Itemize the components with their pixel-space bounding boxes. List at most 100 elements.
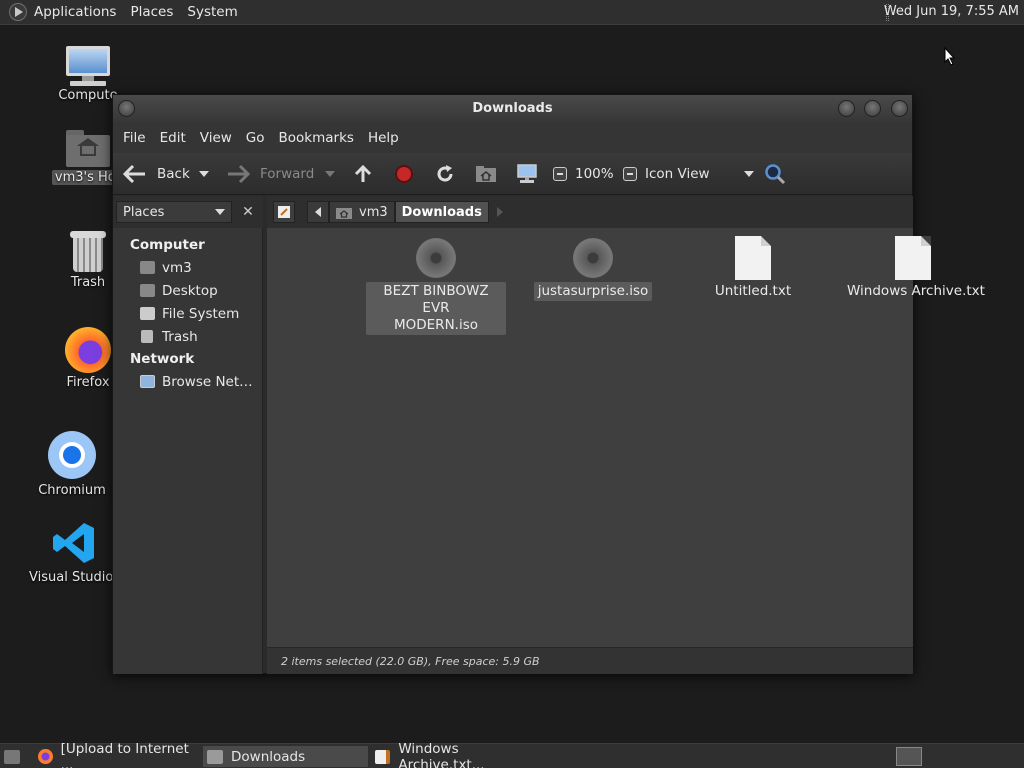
menubar: File Edit View Go Bookmarks Help: [113, 123, 912, 153]
applications-menu[interactable]: Applications: [27, 4, 123, 20]
sidebar-item-browse-network[interactable]: Browse Net…: [113, 370, 262, 393]
pencil-icon: [278, 206, 290, 218]
firefox-icon: [65, 327, 111, 373]
sidebar-item-file-system[interactable]: File System: [113, 302, 262, 325]
maximize-button[interactable]: [864, 100, 881, 117]
sidebar-item-label: vm3: [162, 259, 192, 276]
back-button[interactable]: Back: [123, 153, 190, 195]
menu-bookmarks[interactable]: Bookmarks: [272, 130, 361, 146]
minimize-button[interactable]: [838, 100, 855, 117]
search-icon: [765, 164, 786, 185]
zoom-in-icon[interactable]: [622, 167, 637, 181]
workspace-switcher[interactable]: [896, 747, 922, 766]
file-item[interactable]: Untitled.txt: [683, 228, 823, 301]
task-label: [Upload to Internet ...: [60, 740, 189, 768]
file-view[interactable]: BEZT BINBOWZ EVR MODERN.iso justasurprise…: [267, 228, 985, 647]
desktop-icon-label: Trash: [70, 275, 106, 290]
reload-icon: [437, 165, 453, 182]
file-item[interactable]: BEZT BINBOWZ EVR MODERN.iso: [366, 228, 506, 335]
back-arrow-icon: [123, 164, 145, 184]
top-panel: Applications Places System Wed Jun 19, 7…: [0, 0, 1024, 25]
computer-button[interactable]: [516, 153, 538, 195]
sidebar-item-trash[interactable]: Trash: [113, 325, 262, 348]
sidebar-item-desktop[interactable]: Desktop: [113, 279, 262, 302]
chevron-down-icon: [215, 209, 225, 215]
view-mode-value: Icon View: [645, 166, 710, 182]
show-desktop-button[interactable]: [0, 746, 28, 767]
breadcrumb-scroll-left[interactable]: [307, 201, 329, 223]
folder-icon: [207, 749, 223, 764]
places-selector-value: Places: [123, 204, 165, 220]
reload-button[interactable]: [435, 153, 455, 195]
file-name: Windows Archive.txt: [847, 283, 985, 299]
file-name: BEZT BINBOWZ EVR MODERN.iso: [366, 282, 506, 335]
places-selector[interactable]: Places: [116, 201, 232, 223]
desktop-icon-vscode[interactable]: Visual Studio Co: [29, 520, 135, 585]
breadcrumb-scroll-right[interactable]: [488, 201, 511, 223]
menu-go[interactable]: Go: [239, 130, 272, 146]
task-windows-archive[interactable]: Windows Archive.txt...: [371, 741, 541, 768]
menu-view[interactable]: View: [193, 130, 239, 146]
vscode-icon: [51, 520, 97, 566]
window-titlebar[interactable]: Downloads: [113, 95, 912, 123]
breadcrumb-downloads[interactable]: Downloads: [394, 201, 489, 223]
breadcrumb-label: vm3: [359, 204, 388, 220]
forward-history-dropdown[interactable]: [325, 153, 335, 195]
trash-icon: [141, 330, 153, 343]
file-item[interactable]: Windows Archive.txt: [843, 228, 985, 301]
menu-file[interactable]: File: [116, 130, 153, 146]
desktop-folder-icon: [140, 284, 155, 297]
clock[interactable]: Wed Jun 19, 7:55 AM: [884, 4, 1019, 19]
up-button[interactable]: [353, 153, 373, 195]
back-label: Back: [157, 166, 190, 182]
sidebar-item-label: File System: [162, 305, 240, 322]
disc-image-icon: [416, 238, 456, 278]
mouse-cursor-icon: [944, 47, 956, 66]
stop-button[interactable]: [395, 153, 413, 195]
applications-logo-icon[interactable]: [9, 3, 27, 21]
desktop-icon-chromium[interactable]: Chromium: [27, 431, 117, 498]
close-button[interactable]: [891, 100, 908, 117]
close-sidebar-button[interactable]: ✕: [238, 202, 258, 222]
desktop-icon-label: Compute: [58, 88, 118, 103]
window-menu-button[interactable]: [118, 100, 135, 117]
system-menu[interactable]: System: [180, 4, 244, 20]
trash-icon: [70, 231, 106, 273]
zoom-level: 100%: [575, 166, 614, 182]
menu-help[interactable]: Help: [361, 130, 406, 146]
sidebar-heading-computer: Computer: [130, 237, 205, 253]
bottom-panel: [Upload to Internet ... Downloads Window…: [0, 741, 1024, 768]
task-downloads[interactable]: Downloads: [203, 746, 368, 767]
desktop-icon-label: Firefox: [66, 375, 110, 390]
window-title: Downloads: [472, 101, 553, 116]
home-folder-icon: [66, 130, 110, 168]
search-button[interactable]: [764, 153, 786, 195]
places-menu[interactable]: Places: [123, 4, 180, 20]
toolbar: Back Forward 100% Icon View: [113, 153, 912, 195]
breadcrumb-vm3[interactable]: vm3: [329, 201, 395, 223]
file-name-line: BEZT BINBOWZ EVR: [383, 283, 489, 316]
sidebar-item-vm3[interactable]: vm3: [113, 256, 262, 279]
forward-button[interactable]: Forward: [226, 153, 314, 195]
zoom-out-icon[interactable]: [553, 167, 567, 181]
file-name-line: MODERN.iso: [393, 317, 478, 333]
desktop-icon-label: Chromium: [38, 483, 106, 498]
home-button[interactable]: [475, 153, 497, 195]
text-editor-icon: [375, 749, 391, 764]
home-folder-icon: [476, 166, 496, 182]
task-label: Downloads: [231, 748, 306, 765]
back-history-dropdown[interactable]: [199, 153, 209, 195]
menu-edit[interactable]: Edit: [153, 130, 193, 146]
task-upload-firefox[interactable]: [Upload to Internet ...: [34, 741, 202, 768]
edit-location-button[interactable]: [273, 201, 295, 223]
chevron-down-icon: [325, 171, 335, 177]
view-mode-select[interactable]: Icon View: [645, 153, 754, 195]
home-folder-icon: [336, 207, 352, 219]
breadcrumb-label: Downloads: [401, 204, 482, 220]
network-icon: [140, 375, 155, 388]
file-item[interactable]: justasurprise.iso: [523, 228, 663, 301]
chromium-icon: [48, 431, 96, 479]
drive-icon: [140, 307, 155, 320]
stop-icon: [395, 165, 413, 183]
chevron-left-icon: [315, 207, 321, 217]
